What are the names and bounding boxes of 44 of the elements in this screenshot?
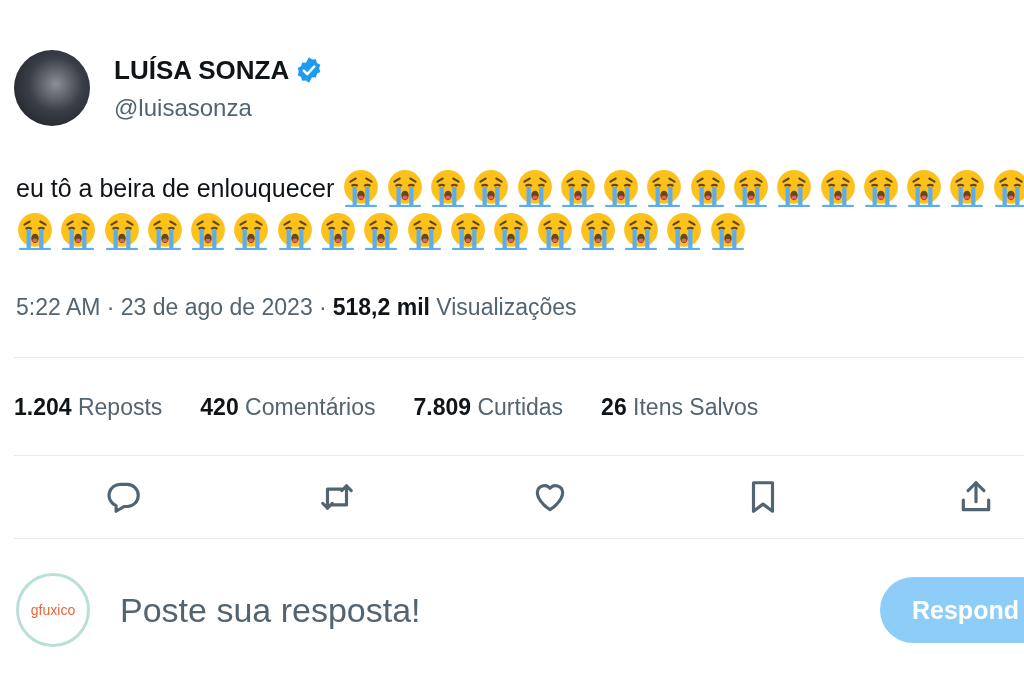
crying-face-icon (428, 169, 467, 207)
crying-face-icon (515, 169, 554, 207)
crying-face-icon (645, 169, 684, 207)
crying-face-icon (991, 169, 1024, 207)
crying-face-icon (818, 169, 857, 207)
crying-face-icon (578, 212, 617, 250)
crying-face-icon (492, 212, 531, 250)
crying-face-icon (732, 169, 770, 207)
crying-face-icon (948, 169, 987, 207)
author-name[interactable]: LUÍSA SONZA (114, 54, 290, 86)
crying-face-icon (558, 169, 597, 207)
crying-face-icon (622, 212, 661, 250)
engagement-stat[interactable]: 26 Itens Salvos (601, 394, 759, 421)
crying-face-icon (861, 169, 900, 207)
crying-face-icon (189, 212, 228, 250)
crying-face-icon (665, 212, 704, 250)
author-handle[interactable]: @luisasonza (114, 93, 324, 122)
tweet-timestamp[interactable]: 5:22 AM · 23 de ago de 2023 · (16, 294, 327, 321)
crying-face-icon (59, 212, 98, 250)
tweet-text: eu tô a beira de enlouquecer (16, 173, 335, 204)
crying-face-icon (275, 212, 314, 250)
crying-face-icon (448, 212, 487, 250)
crying-face-icon (708, 212, 747, 250)
crying-face-icon (145, 212, 184, 250)
crying-face-icon (232, 212, 271, 250)
crying-face-icon (342, 169, 381, 207)
crying-face-icon (602, 169, 641, 207)
crying-face-icon (385, 169, 424, 207)
crying-face-icon (688, 169, 727, 207)
engagement-stat[interactable]: 1.204 Reposts (14, 394, 163, 421)
crying-face-icon (16, 212, 54, 250)
crying-face-icon (535, 212, 574, 250)
engagement-stat[interactable]: 420 Comentários (200, 394, 376, 421)
crying-face-icon (775, 169, 814, 207)
crying-face-icon (405, 212, 444, 250)
view-count: 518,2 mil Visualizações (332, 294, 577, 321)
crying-face-icon (362, 212, 401, 250)
reply-avatar-logo: gfuxico (16, 573, 90, 647)
engagement-stat[interactable]: 7.809 Curtidas (413, 394, 564, 421)
crying-face-icon (319, 212, 358, 250)
reply-input-field[interactable]: Poste sua resposta! (120, 590, 720, 630)
crying-face-icon (472, 169, 511, 207)
crying-face-icon (905, 169, 944, 207)
crying-face-icon (102, 212, 141, 250)
